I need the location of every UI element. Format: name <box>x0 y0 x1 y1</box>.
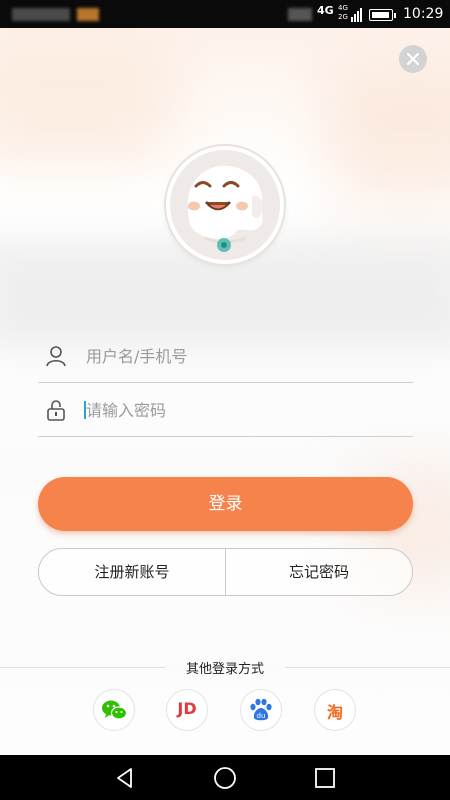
status-time: 10:29 <box>403 6 444 22</box>
baidu-login-button[interactable]: du <box>240 689 282 731</box>
mascot-icon <box>187 165 263 252</box>
taobao-login-button[interactable]: 淘 <box>314 689 356 731</box>
close-icon <box>406 52 420 66</box>
other-login-label: 其他登录方式 <box>165 658 285 677</box>
wechat-icon <box>102 700 128 720</box>
lock-icon <box>47 400 65 421</box>
home-button[interactable] <box>212 765 238 791</box>
secondary-actions: 注册新账号 忘记密码 <box>38 548 413 596</box>
back-icon <box>117 768 132 788</box>
username-field <box>38 330 413 383</box>
forgot-password-button[interactable]: 忘记密码 <box>226 549 412 595</box>
user-icon <box>46 346 66 367</box>
svg-text:du: du <box>257 712 266 720</box>
login-panel: 登录 注册新账号 忘记密码 其他登录方式 JD <box>0 28 450 755</box>
avatar <box>166 146 284 264</box>
recents-button[interactable] <box>312 765 338 791</box>
home-icon <box>214 767 236 789</box>
baidu-icon: du <box>250 698 272 721</box>
close-button[interactable] <box>399 45 427 73</box>
taobao-icon: 淘 <box>326 703 343 722</box>
blurred-notification-icon <box>12 8 70 21</box>
back-button[interactable] <box>112 765 138 791</box>
app-screen: 4G 4G 2G 10:29 用户名/手机号 登录 注册新账号 忘记密码 其他登… <box>0 0 450 800</box>
battery-icon <box>369 9 396 21</box>
navigation-bar <box>0 755 450 800</box>
wechat-login-button[interactable] <box>93 689 135 731</box>
register-button[interactable]: 注册新账号 <box>39 549 225 595</box>
jd-login-button[interactable]: JD <box>166 689 208 731</box>
signal-icon <box>351 6 365 22</box>
blurred-notification-icon <box>288 8 312 21</box>
network-type-secondary: 4G 2G <box>338 4 348 21</box>
password-input[interactable] <box>84 394 408 426</box>
status-bar: 4G 4G 2G 10:29 <box>0 0 450 28</box>
blurred-notification-icon <box>77 8 99 21</box>
jd-icon: JD <box>177 699 197 718</box>
recents-icon <box>315 768 335 788</box>
password-field <box>38 384 413 437</box>
username-input[interactable] <box>84 340 408 372</box>
login-button[interactable]: 登录 <box>38 477 413 531</box>
network-type-label: 4G <box>317 4 334 17</box>
